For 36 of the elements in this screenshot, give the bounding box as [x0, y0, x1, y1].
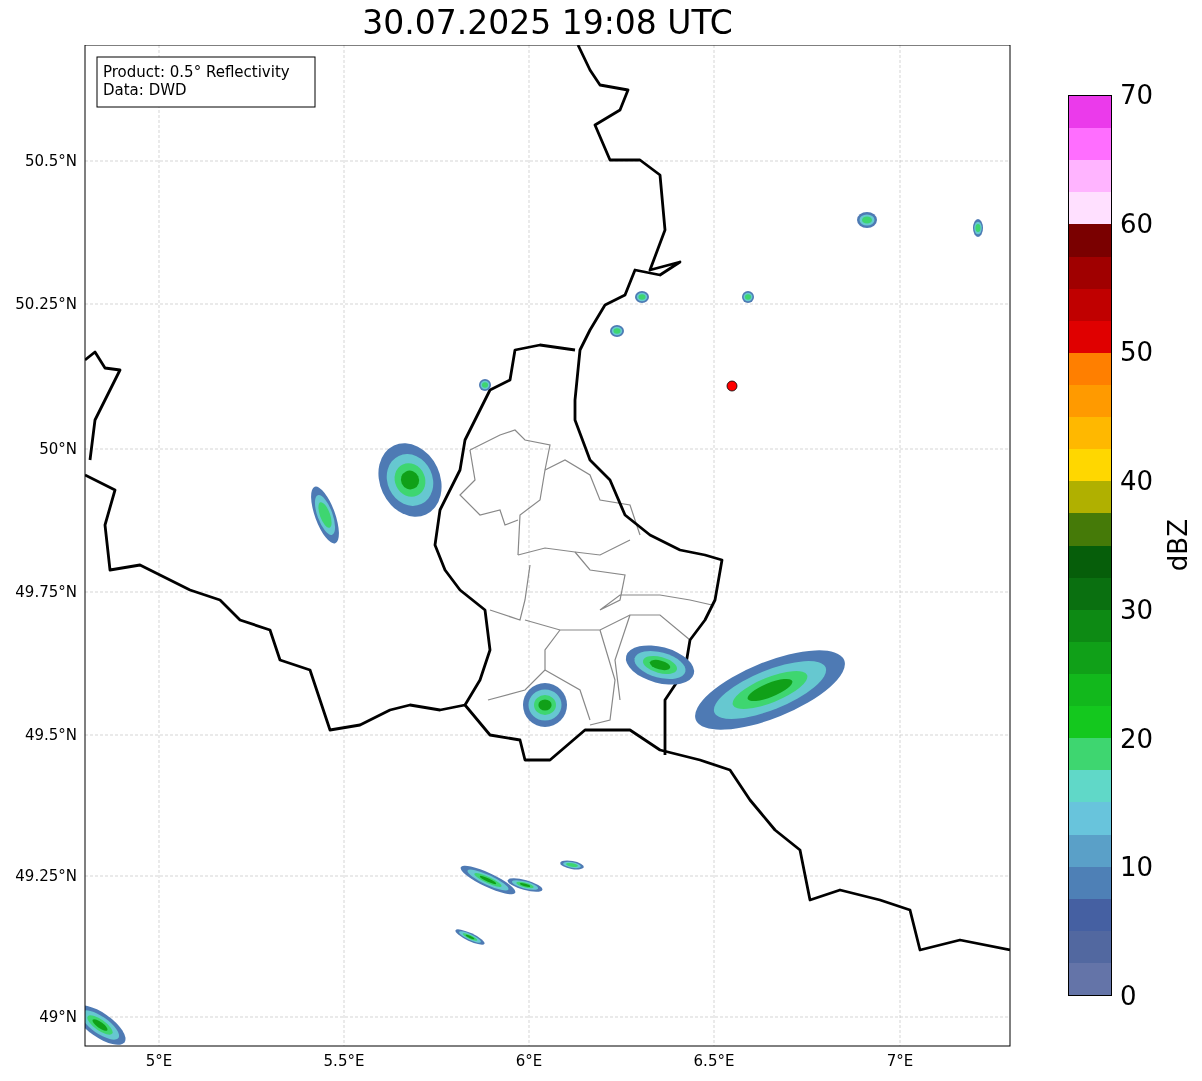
longitude-label: 5°E: [145, 1052, 173, 1070]
radar-echo: [523, 683, 567, 727]
longitude-label: 5.5°E: [323, 1052, 365, 1070]
colorbar-label: dBZ: [1163, 519, 1194, 572]
chart-title: 30.07.2025 19:08 UTC: [362, 2, 733, 43]
longitude-label: 7°E: [886, 1052, 914, 1070]
colorbar-tick-label: 40: [1120, 466, 1154, 497]
radar-echo: [742, 291, 754, 303]
info-text: Product: 0.5° Reflectivity: [103, 63, 290, 81]
colorbar-tick-label: 10: [1120, 852, 1154, 883]
latitude-label: 50.25°N: [15, 295, 77, 313]
latitude-label: 50°N: [39, 440, 77, 458]
colorbar-tick-label: 20: [1120, 723, 1154, 754]
colorbar-tick-label: 30: [1120, 594, 1154, 625]
radar-echo: [455, 929, 485, 945]
radar-echo: [479, 379, 491, 391]
colorbar-tick-label: 0: [1120, 980, 1138, 1011]
radar-echo: [311, 486, 339, 544]
latitude-label: 50.5°N: [24, 152, 77, 170]
longitude-label: 6.5°E: [693, 1052, 735, 1070]
latitude-label: 49.75°N: [15, 583, 77, 601]
longitude-label: 6°E: [515, 1052, 543, 1070]
latitude-label: 49.5°N: [24, 726, 77, 744]
location-marker: [726, 380, 738, 392]
colorbar-tick-label: 50: [1120, 337, 1154, 368]
radar-echo: [85, 1005, 126, 1045]
radar-echo: [610, 325, 624, 337]
colorbar-tick-label: 70: [1120, 80, 1154, 110]
radar-echo: [560, 860, 584, 870]
info-text: Data: DWD: [103, 81, 187, 99]
colorbar-tick-label: 60: [1120, 208, 1154, 239]
radar-echo: [857, 212, 877, 228]
latitude-label: 49°N: [39, 1008, 77, 1026]
latitude-label: 49.25°N: [15, 867, 77, 885]
radar-echo: [635, 291, 649, 303]
radar-echo: [973, 219, 983, 237]
